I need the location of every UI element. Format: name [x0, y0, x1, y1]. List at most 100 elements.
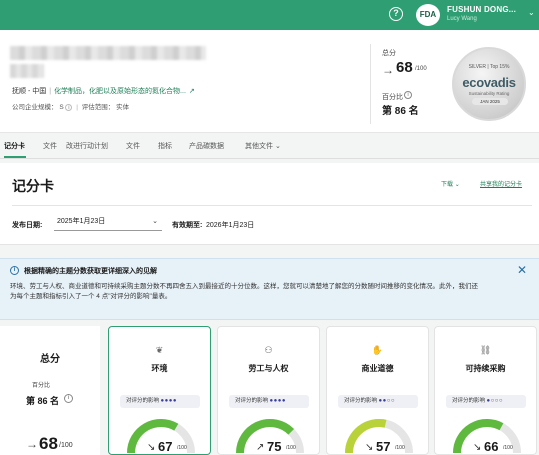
chevron-down-icon: ⌄ — [152, 218, 158, 225]
medal-date: JAN 2025 — [472, 98, 508, 105]
tab-documents[interactable]: 文件 — [126, 141, 140, 151]
info-body: 环境、劳工与人权、商业道德和可持续采购主题分数不再四舍五入到最接近的十分位数。这… — [10, 283, 478, 300]
arrow-down-right-icon: ↘ — [147, 442, 156, 453]
divider — [12, 205, 532, 206]
overall-score-card: 总分 百分比 第 86 名 i → 68 /100 — [0, 326, 100, 455]
external-link-icon[interactable]: ↗ — [189, 88, 195, 95]
medal-tier: SILVER | Top 15% — [468, 64, 510, 70]
company-name-redacted — [10, 46, 206, 60]
theme-name: 劳工与人权 — [248, 364, 289, 373]
info-icon[interactable]: i — [64, 394, 73, 403]
impact-dots: ●●○○ — [378, 398, 396, 404]
theme-score-value: 57 — [376, 439, 391, 454]
link-icon: ⛓ — [479, 345, 492, 355]
info-icon[interactable]: i — [65, 104, 73, 111]
divider — [370, 44, 371, 124]
publish-date-select[interactable]: 2025年1月23日 ⌄ — [54, 215, 162, 231]
tab-bar: 记分卡 文件 改进行动计划 文件 指标 产品碳数据 其他文件 ⌄ — [0, 133, 539, 159]
company-location: 抚顺 - 中国 — [12, 88, 47, 95]
publish-date-label: 发布日期: — [12, 222, 43, 229]
leaf-icon: ❦ — [155, 345, 164, 355]
size-value: S — [59, 104, 64, 111]
impact-badge: 对评分的影响 ●●○○ — [338, 395, 418, 408]
tab-improvement-plan[interactable]: 改进行动计划 — [66, 141, 108, 151]
overall-score-value: 68 — [39, 434, 58, 453]
top-bar: ? FDA FUSHUN DONG... Lucy Wang ⌄ — [0, 0, 539, 30]
people-icon: ⚇ — [264, 345, 273, 355]
valid-until-value: 2026年1月23日 — [206, 222, 255, 229]
company-meta: 公司企业规模： S i | 评估范围： 实体 — [12, 104, 130, 111]
company-subname-redacted — [10, 64, 44, 78]
percentile-label: 百分比 — [382, 94, 403, 101]
impact-dots: ●●●● — [269, 398, 287, 404]
tab-scorecard[interactable]: 记分卡 — [4, 141, 25, 151]
impact-dots: ●●●● — [160, 398, 178, 404]
info-heading: 根据精确的主题分数获取更详细深入的见解 — [24, 268, 157, 275]
company-header: 抚顺 - 中国 | 化学制品，化肥以及原始形态的氮化合物... ↗ 公司企业规模： S… — [0, 30, 539, 133]
theme-card-ethics[interactable]: ✋ 商业道德 对评分的影响 ●●○○ ↘ 57 /100 — [326, 326, 429, 455]
percentile-label: 百分比 — [32, 383, 51, 389]
arrow-right-icon: → — [26, 437, 38, 451]
arrow-up-right-icon: ↗ — [256, 442, 265, 453]
score-cards: 总分 百分比 第 86 名 i → 68 /100 ❦ 环境 对评分的影响 ●●… — [0, 320, 539, 455]
share-scorecard-link[interactable]: 共享我的记分卡 — [480, 179, 522, 188]
company-location-line: 抚顺 - 中国 | 化学制品，化肥以及原始形态的氮化合物... ↗ — [12, 88, 195, 95]
tab-product-carbon[interactable]: 产品碳数据 — [189, 141, 224, 151]
arrow-right-icon: → — [382, 63, 394, 77]
chevron-down-icon: ⌄ — [454, 182, 460, 188]
score-denominator: /100 — [415, 66, 427, 72]
theme-score-value: 66 — [484, 439, 499, 454]
gauge-fill — [236, 419, 295, 454]
rank-value: 第 86 名 — [382, 106, 419, 117]
impact-badge: 对评分的影响 ●●●● — [229, 395, 309, 408]
theme-name: 商业道德 — [361, 364, 394, 373]
chevron-down-icon[interactable]: ⌄ — [528, 8, 535, 17]
tab-indicators[interactable]: 指标 — [158, 141, 172, 151]
tab-other-files[interactable]: 其他文件 ⌄ — [245, 141, 281, 151]
help-icon[interactable]: ? — [389, 7, 403, 21]
tab-files[interactable]: 文件 — [43, 141, 57, 151]
theme-card-sustainable-procurement[interactable]: ⛓ 可持续采购 对评分的影响 ●○○○ ↘ 66 /100 — [434, 326, 537, 455]
user-subtitle: Lucy Wang — [447, 16, 477, 22]
chevron-down-icon: ⌄ — [274, 143, 281, 150]
publish-date-value: 2025年1月23日 — [57, 218, 106, 225]
info-icon: i — [10, 266, 19, 275]
overall-score-den: /100 — [59, 442, 73, 449]
close-icon[interactable]: ✕ — [517, 263, 527, 277]
rank-value: 第 86 名 — [26, 396, 60, 406]
overall-title: 总分 — [40, 354, 60, 365]
impact-dots: ●○○○ — [486, 398, 504, 404]
impact-badge: 对评分的影响 ●○○○ — [446, 395, 526, 408]
score-label: 总分 — [382, 50, 396, 57]
info-banner: i 根据精确的主题分数获取更详细深入的见解 环境、劳工与人权、商业道德和可持续采… — [0, 258, 539, 320]
avatar[interactable]: FDA — [416, 4, 440, 26]
size-label: 公司企业规模： — [12, 104, 58, 111]
info-icon[interactable]: i — [404, 91, 412, 99]
valid-until-label: 有效期至: — [172, 222, 203, 229]
theme-score-den: /100 — [286, 445, 296, 451]
page-title: 记分卡 — [12, 178, 54, 194]
impact-badge: 对评分的影响 ●●●● — [120, 395, 200, 408]
theme-score-den: /100 — [503, 445, 513, 451]
active-tab-indicator — [4, 156, 26, 158]
theme-score-value: 75 — [267, 439, 282, 454]
ecovadis-medal: SILVER | Top 15% ecovadis Sustainability… — [452, 47, 526, 121]
theme-score-den: /100 — [177, 445, 187, 451]
theme-name: 环境 — [151, 364, 168, 373]
scorecard-panel: 记分卡 下载 ⌄ 共享我的记分卡 发布日期: 2025年1月23日 ⌄ 有效期至… — [0, 163, 539, 245]
arrow-down-right-icon: ↘ — [365, 442, 374, 453]
scope-value: 实体 — [116, 104, 130, 111]
score-value: 68 — [396, 59, 413, 76]
theme-card-labor-human-rights[interactable]: ⚇ 劳工与人权 对评分的影响 ●●●● ↗ 75 /100 — [217, 326, 320, 455]
theme-score-value: 67 — [158, 439, 173, 454]
arrow-down-right-icon: ↘ — [473, 442, 482, 453]
theme-name: 可持续采购 — [465, 364, 506, 373]
user-name[interactable]: FUSHUN DONG... — [447, 5, 516, 14]
handshake-icon: ✋ — [371, 345, 384, 355]
download-button[interactable]: 下载 ⌄ — [441, 179, 460, 188]
medal-caption: Sustainability Rating — [468, 91, 510, 96]
theme-card-environment[interactable]: ❦ 环境 对评分的影响 ●●●● ↘ 67 /100 — [108, 326, 211, 455]
industry-link[interactable]: 化学制品，化肥以及原始形态的氮化合物... — [54, 88, 186, 95]
theme-score-den: /100 — [395, 445, 405, 451]
scope-label: 评估范围： — [81, 104, 115, 111]
